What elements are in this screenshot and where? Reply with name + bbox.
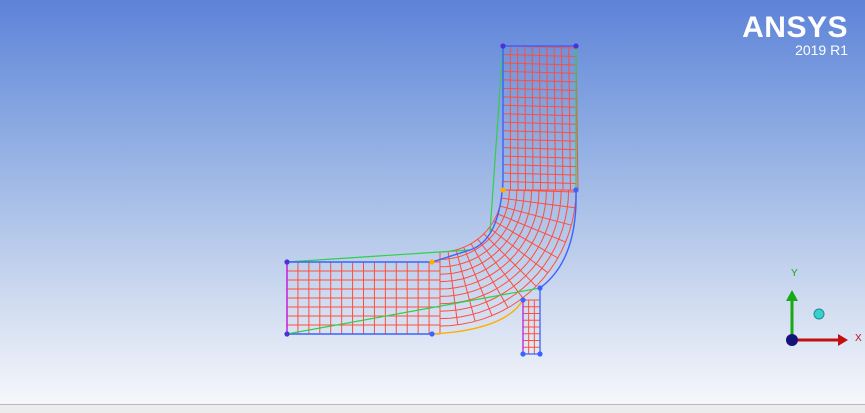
mesh-line [561, 46, 563, 190]
mesh-line [456, 250, 475, 321]
mesh-line [484, 234, 536, 286]
mesh-vertex [537, 351, 542, 356]
mesh-vertex [573, 187, 578, 192]
mesh-vertex [520, 351, 525, 356]
y-axis-label: Y [791, 268, 798, 279]
mesh-vertex [537, 285, 542, 290]
x-axis-label: X [855, 333, 862, 344]
mesh-vertex [429, 259, 434, 264]
x-axis-arrowhead [838, 334, 848, 346]
coordinate-triad[interactable]: Y X [786, 268, 862, 346]
mesh-line [540, 46, 541, 190]
mesh-vertex [284, 259, 289, 264]
edge-green-top [287, 250, 470, 262]
mesh-line [532, 46, 533, 190]
mesh-line [525, 46, 526, 190]
mesh-line [503, 122, 576, 124]
mesh-canvas: Y X [0, 0, 865, 404]
mesh-line [503, 156, 576, 158]
mesh-line [554, 46, 555, 190]
mesh-vertex [500, 187, 505, 192]
mesh-line [547, 46, 548, 190]
mesh-line [500, 206, 571, 225]
z-axis-origin [786, 334, 798, 346]
mesh-vertex [429, 331, 434, 336]
y-axis-arrowhead [786, 290, 798, 301]
mesh-line [503, 139, 576, 141]
mesh-vertex [573, 43, 578, 48]
mesh-vertex [284, 331, 289, 336]
mesh-line [503, 182, 576, 184]
mesh-vertex [520, 297, 525, 302]
edge-inner-wall [287, 46, 503, 262]
mesh-line [503, 131, 576, 133]
triad-isometric-ball[interactable] [814, 309, 824, 319]
mesh-line [569, 46, 571, 190]
mesh-line [503, 173, 576, 175]
mesh-line [503, 165, 576, 167]
mesh-vertex [500, 43, 505, 48]
mesh-line [503, 148, 576, 150]
graphics-viewport[interactable]: ANSYS 2019 R1 Y X [0, 0, 865, 404]
